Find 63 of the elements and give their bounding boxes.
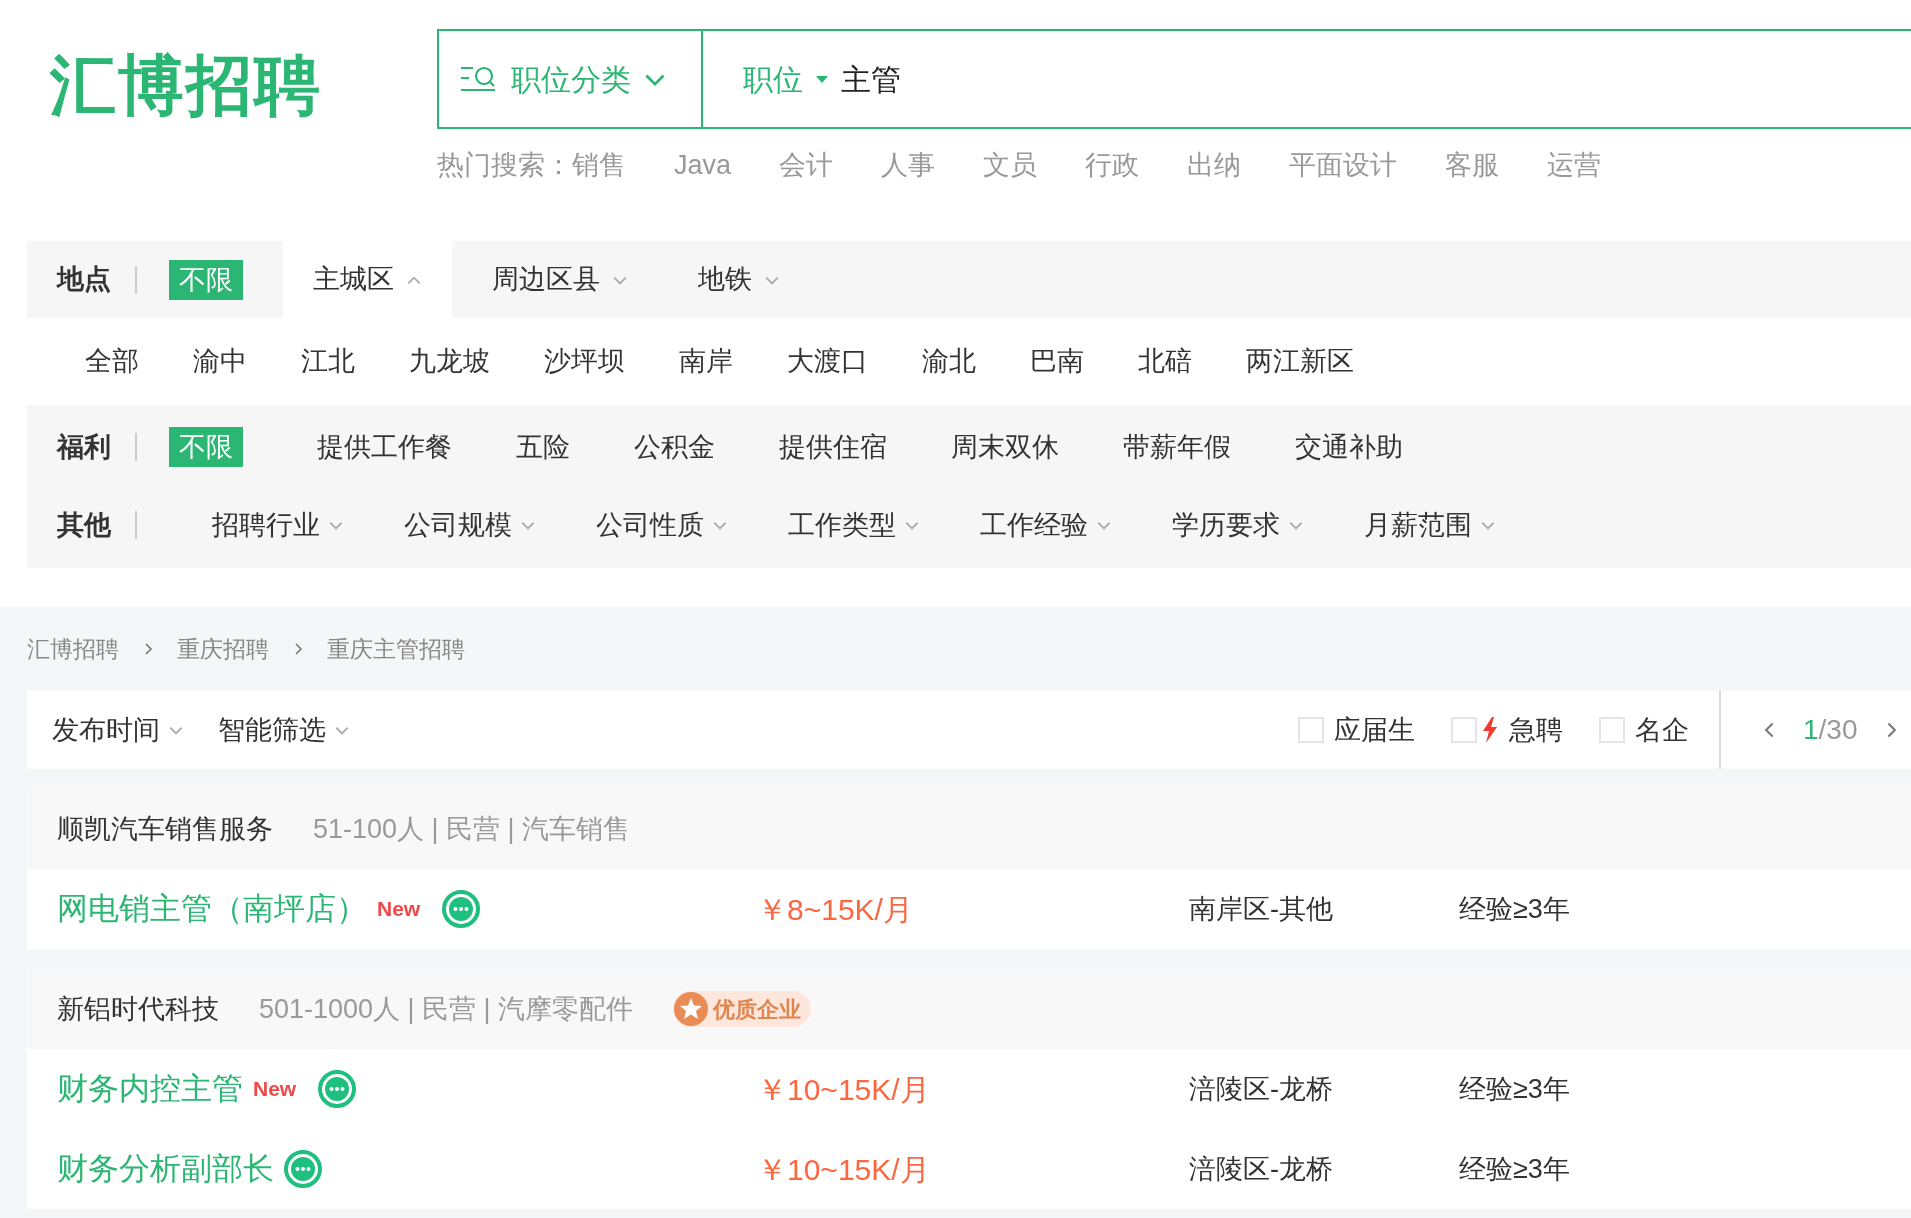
sort-dropdown[interactable]: 发布时间	[52, 709, 184, 751]
filter-label: 其他	[57, 508, 111, 542]
checkbox[interactable]	[1298, 717, 1324, 743]
chat-icon[interactable]	[318, 1070, 357, 1108]
district-option[interactable]: 全部	[67, 341, 157, 382]
filter-dropdown[interactable]: 工作类型	[788, 504, 920, 546]
filter-label: 地点	[57, 263, 111, 297]
total-pages: /30	[1818, 713, 1858, 747]
current-page: 1	[1803, 713, 1819, 747]
new-tag: New	[377, 893, 421, 925]
experience-requirement: 经验≥3年	[1459, 1072, 1570, 1106]
filter-dropdown[interactable]: 招聘行业	[212, 504, 344, 546]
filter-option[interactable]: 五险	[506, 427, 580, 467]
company-info: 501-1000人 | 民营 | 汽摩零配件	[259, 992, 634, 1026]
district-option[interactable]: 南岸	[661, 341, 751, 382]
filter-option[interactable]: 提供工作餐	[307, 427, 462, 467]
chat-icon[interactable]	[442, 890, 481, 928]
salary: ￥8~15K/月	[757, 891, 914, 928]
filter-tab[interactable]: 地铁	[668, 241, 810, 318]
checkbox-label: 应届生	[1334, 713, 1415, 747]
company-info: 51-100人 | 民营 | 汽车销售	[313, 812, 631, 846]
filter-dropdown[interactable]: 月薪范围	[1364, 504, 1496, 546]
caret-down-icon	[815, 74, 829, 84]
district-option[interactable]: 大渡口	[769, 341, 886, 382]
filter-option[interactable]: 周末双休	[941, 427, 1069, 467]
salary: ￥10~15K/月	[757, 1071, 931, 1108]
company-name[interactable]: 顺凯汽车销售服务	[57, 808, 273, 850]
job-location: 涪陵区-龙桥	[1189, 1072, 1334, 1106]
hot-search-label: 热门搜索：	[437, 149, 572, 182]
district-option[interactable]: 江北	[283, 341, 373, 382]
checkbox-label: 名企	[1635, 713, 1689, 747]
filter-dropdown[interactable]: 工作经验	[980, 504, 1112, 546]
chat-icon[interactable]	[284, 1150, 322, 1188]
filter-tab[interactable]: 主城区	[283, 241, 452, 318]
sort-dropdown[interactable]: 智能筛选	[218, 709, 350, 751]
district-option[interactable]: 渝北	[904, 341, 994, 382]
district-option[interactable]: 巴南	[1012, 341, 1102, 382]
experience-requirement: 经验≥3年	[1459, 1152, 1570, 1186]
filter-tab[interactable]: 周边区县	[462, 241, 658, 318]
filter-option[interactable]: 公积金	[624, 427, 725, 467]
checkbox-label: 急聘	[1509, 713, 1563, 747]
district-option[interactable]: 北碚	[1120, 341, 1210, 382]
job-location: 涪陵区-龙桥	[1189, 1152, 1334, 1186]
district-option[interactable]: 九龙坡	[391, 341, 508, 382]
checkbox[interactable]	[1451, 717, 1477, 743]
filter-dropdown[interactable]: 公司规模	[404, 504, 536, 546]
filter-option[interactable]: 带薪年假	[1113, 427, 1241, 467]
quality-badge: 优质企业	[673, 991, 812, 1027]
filter-option[interactable]: 交通补助	[1285, 427, 1413, 467]
experience-requirement: 经验≥3年	[1459, 892, 1570, 926]
filter-option[interactable]: 提供住宿	[769, 427, 897, 467]
lightning-icon	[1481, 716, 1499, 744]
district-option[interactable]: 沙坪坝	[526, 341, 643, 382]
checkbox[interactable]	[1599, 717, 1625, 743]
salary: ￥10~15K/月	[757, 1151, 931, 1188]
district-option[interactable]: 两江新区	[1228, 341, 1372, 382]
company-name[interactable]: 新铝时代科技	[57, 988, 219, 1030]
filter-label: 福利	[57, 430, 111, 464]
district-option[interactable]: 渝中	[175, 341, 265, 382]
filter-dropdown[interactable]: 学历要求	[1172, 504, 1304, 546]
filter-dropdown[interactable]: 公司性质	[596, 504, 728, 546]
job-location: 南岸区-其他	[1189, 892, 1334, 926]
new-tag: New	[253, 1073, 297, 1105]
